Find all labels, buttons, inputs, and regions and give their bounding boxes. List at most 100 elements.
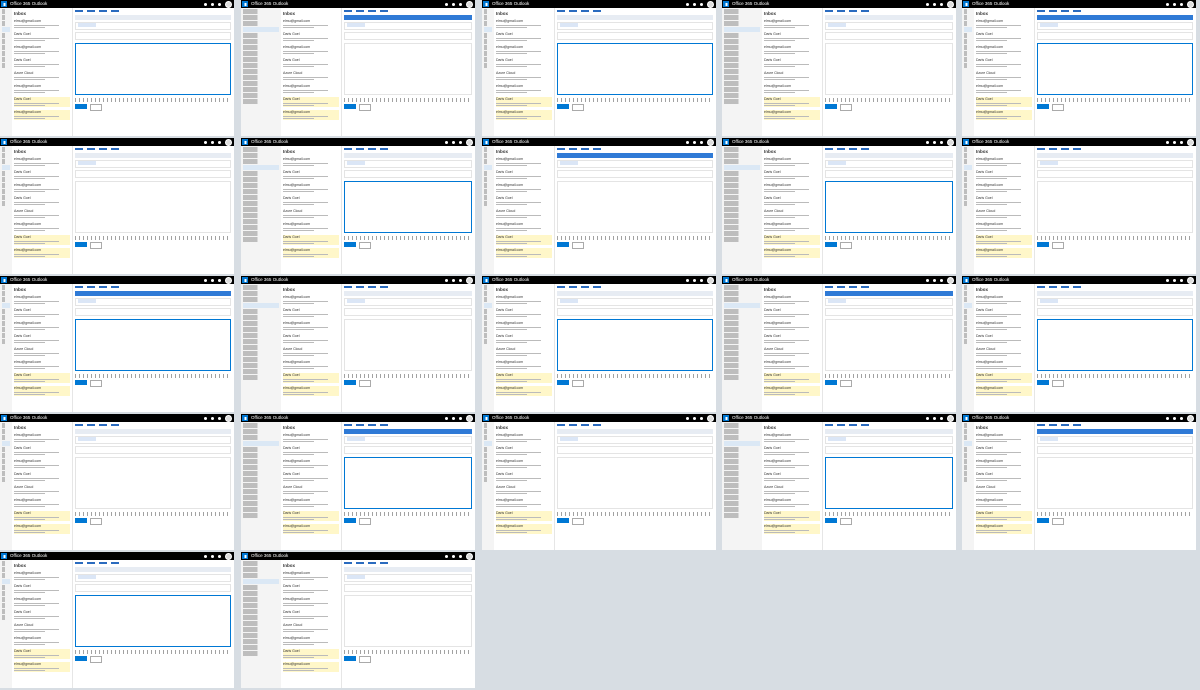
folder-item[interactable] — [2, 465, 10, 470]
list-item[interactable]: elmu@gmail.com — [496, 183, 552, 193]
folder-item[interactable] — [964, 429, 972, 434]
help-icon[interactable] — [940, 140, 943, 144]
bell-icon[interactable] — [926, 140, 929, 144]
folder-item[interactable] — [484, 429, 492, 434]
folder-item[interactable] — [484, 33, 492, 38]
folder-item[interactable] — [964, 51, 972, 56]
toolbar-action[interactable] — [1037, 286, 1045, 288]
folder-item[interactable] — [2, 309, 10, 314]
avatar[interactable] — [707, 138, 714, 146]
format-ribbon[interactable] — [1037, 374, 1193, 378]
folder-item[interactable] — [964, 153, 972, 158]
list-item[interactable]: Daris Goel — [496, 97, 552, 107]
folder-item[interactable] — [2, 303, 10, 308]
list-item[interactable]: elmu@gmail.com — [976, 183, 1032, 193]
list-item[interactable]: elmu@gmail.com — [496, 498, 552, 508]
toolbar-action[interactable] — [581, 424, 589, 426]
folder-item[interactable] — [484, 27, 492, 32]
folder-item[interactable] — [964, 303, 972, 308]
send-button[interactable] — [1037, 380, 1049, 385]
folder-item[interactable] — [964, 159, 972, 164]
folder-item[interactable] — [964, 195, 972, 200]
folder-item[interactable] — [724, 225, 760, 230]
help-icon[interactable] — [459, 2, 462, 6]
folder-item[interactable] — [724, 21, 760, 26]
toolbar-action[interactable] — [849, 424, 857, 426]
list-item[interactable]: Azure Cloud — [976, 209, 1032, 219]
toolbar-action[interactable] — [368, 562, 376, 564]
list-item[interactable]: elmu@gmail.com — [283, 571, 339, 581]
bell-icon[interactable] — [445, 278, 448, 282]
folder-item[interactable] — [724, 357, 760, 362]
folder-item[interactable] — [724, 237, 760, 242]
message-body[interactable] — [344, 595, 472, 647]
list-item[interactable]: elmu@gmail.com — [764, 524, 820, 534]
list-item[interactable]: elmu@gmail.com — [976, 321, 1032, 331]
folder-item[interactable] — [243, 225, 279, 230]
subject-field[interactable] — [75, 32, 231, 40]
bell-icon[interactable] — [1166, 416, 1169, 420]
folder-item[interactable] — [2, 201, 10, 206]
help-icon[interactable] — [940, 2, 943, 6]
send-button[interactable] — [1037, 242, 1049, 247]
folder-item[interactable] — [724, 99, 760, 104]
list-item[interactable]: elmu@gmail.com — [976, 498, 1032, 508]
toolbar-action[interactable] — [825, 286, 833, 288]
list-item[interactable]: Daris Goel — [496, 196, 552, 206]
help-icon[interactable] — [1180, 140, 1183, 144]
gear-icon[interactable] — [693, 278, 696, 282]
folder-item[interactable] — [724, 363, 760, 368]
folder-item[interactable] — [243, 645, 279, 650]
list-item[interactable]: elmu@gmail.com — [283, 597, 339, 607]
folder-item[interactable] — [484, 159, 492, 164]
send-button[interactable] — [1037, 104, 1049, 109]
format-ribbon[interactable] — [75, 236, 231, 240]
folder-item[interactable] — [484, 459, 492, 464]
folder-item[interactable] — [484, 303, 492, 308]
folder-item[interactable] — [484, 453, 492, 458]
folder-item[interactable] — [243, 285, 279, 290]
folder-item[interactable] — [243, 165, 279, 170]
toolbar-action[interactable] — [1049, 424, 1057, 426]
folder-item[interactable] — [2, 429, 10, 434]
folder-item[interactable] — [243, 339, 279, 344]
folder-item[interactable] — [243, 297, 279, 302]
message-body[interactable] — [825, 181, 953, 233]
folder-item[interactable] — [964, 471, 972, 476]
list-item[interactable]: elmu@gmail.com — [764, 222, 820, 232]
folder-item[interactable] — [484, 291, 492, 296]
app-launcher-icon[interactable] — [723, 1, 729, 7]
discard-button[interactable] — [359, 242, 371, 249]
folder-item[interactable] — [724, 57, 760, 62]
discard-button[interactable] — [1052, 380, 1064, 387]
help-icon[interactable] — [940, 416, 943, 420]
folder-item[interactable] — [724, 45, 760, 50]
discard-button[interactable] — [1052, 104, 1064, 111]
folder-item[interactable] — [243, 369, 279, 374]
to-field[interactable] — [557, 436, 713, 444]
to-field[interactable] — [1037, 160, 1193, 168]
folder-item[interactable] — [724, 429, 760, 434]
folder-item[interactable] — [724, 435, 760, 440]
list-item[interactable]: elmu@gmail.com — [14, 248, 70, 258]
app-launcher-icon[interactable] — [483, 415, 489, 421]
discard-button[interactable] — [840, 380, 852, 387]
folder-item[interactable] — [2, 63, 10, 68]
toolbar-action[interactable] — [1073, 424, 1081, 426]
list-item[interactable]: elmu@gmail.com — [976, 360, 1032, 370]
folder-item[interactable] — [243, 303, 279, 308]
list-item[interactable]: elmu@gmail.com — [496, 110, 552, 120]
subject-field[interactable] — [1037, 32, 1193, 40]
folder-item[interactable] — [724, 27, 760, 32]
list-item[interactable]: Azure Cloud — [283, 209, 339, 219]
to-field[interactable] — [344, 574, 472, 582]
toolbar-action[interactable] — [380, 286, 388, 288]
list-item[interactable]: Azure Cloud — [14, 71, 70, 81]
toolbar-action[interactable] — [569, 424, 577, 426]
folder-item[interactable] — [964, 327, 972, 332]
folder-item[interactable] — [484, 51, 492, 56]
folder-item[interactable] — [724, 219, 760, 224]
folder-item[interactable] — [484, 321, 492, 326]
folder-item[interactable] — [243, 63, 279, 68]
folder-item[interactable] — [724, 15, 760, 20]
